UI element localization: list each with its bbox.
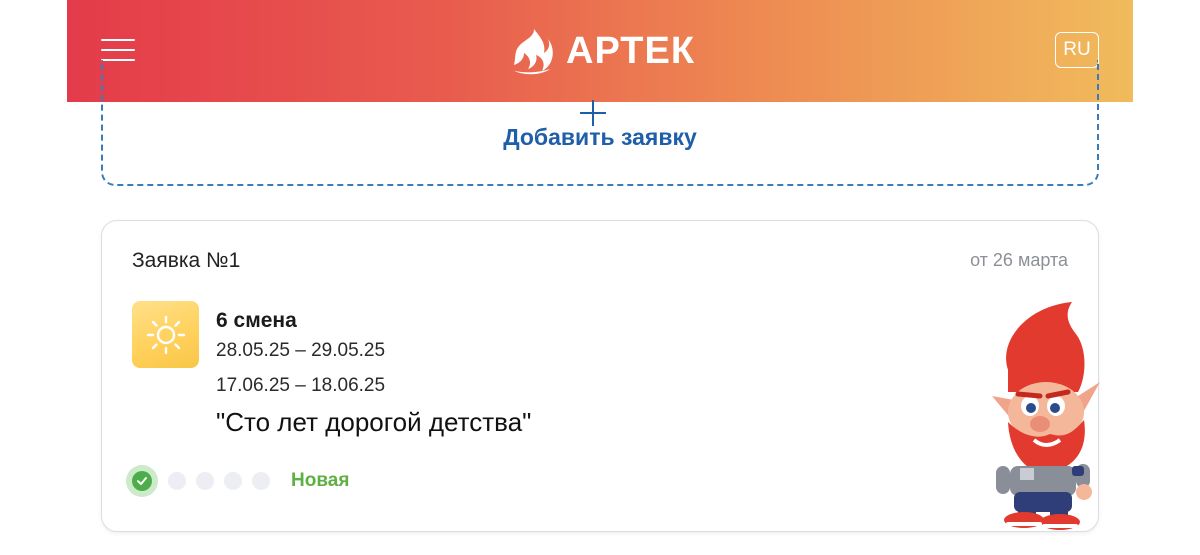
step-pending: [252, 472, 270, 490]
step-completed: [126, 465, 158, 497]
mascot-illustration: [992, 302, 1100, 530]
step-pending: [224, 472, 242, 490]
shift-name: 6 смена: [216, 309, 297, 332]
check-icon: [137, 477, 147, 485]
add-request-button[interactable]: Добавить заявку: [101, 60, 1099, 186]
request-card[interactable]: Заявка №1 от 26 марта 6 смена 28.05.25 –…: [101, 220, 1099, 532]
shift-tile: [132, 301, 199, 368]
shift-date-range: 17.06.25 – 18.06.25: [216, 375, 386, 396]
request-date: от 26 марта: [970, 250, 1068, 270]
shift-date-range: 28.05.25 – 29.05.25: [216, 340, 386, 361]
request-title: Заявка №1: [132, 249, 241, 272]
status-badge: Новая: [291, 470, 350, 491]
step-pending: [196, 472, 214, 490]
sun-icon: [146, 315, 185, 354]
progress-steps: [126, 465, 270, 497]
add-request-label: Добавить заявку: [503, 124, 697, 150]
program-title: "Сто лет дорогой детства": [216, 407, 532, 437]
step-pending: [168, 472, 186, 490]
plus-icon: [580, 100, 606, 126]
